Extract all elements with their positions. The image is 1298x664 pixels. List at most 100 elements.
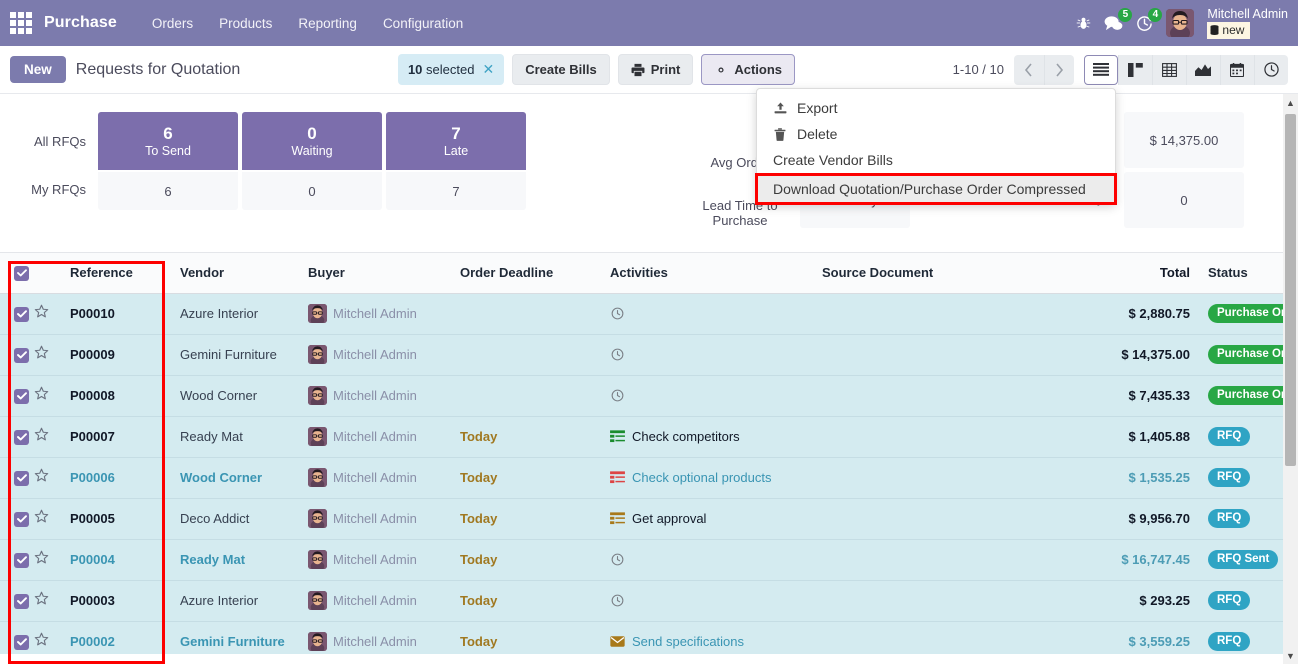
page-scrollbar-thumb[interactable] bbox=[1285, 114, 1296, 466]
star-outline-icon[interactable] bbox=[34, 591, 49, 610]
page-vertical-scrollbar[interactable]: ▲ ▼ bbox=[1283, 94, 1298, 664]
cell-reference[interactable]: P00008 bbox=[62, 375, 172, 417]
kpi-all-waiting[interactable]: 0 Waiting bbox=[242, 112, 382, 170]
bug-icon[interactable] bbox=[1076, 16, 1091, 31]
print-button[interactable]: Print bbox=[617, 54, 694, 85]
cell-activities[interactable]: Get approval bbox=[602, 498, 814, 540]
kpi-my-waiting[interactable]: 0 bbox=[242, 172, 382, 210]
row-checkbox[interactable] bbox=[14, 388, 29, 404]
cell-vendor[interactable]: Wood Corner bbox=[172, 375, 300, 417]
row-checkbox[interactable] bbox=[14, 593, 29, 609]
view-graph-button[interactable] bbox=[1185, 54, 1220, 85]
pager-previous-button[interactable] bbox=[1013, 54, 1044, 85]
avatar[interactable] bbox=[1166, 9, 1195, 37]
cell-buyer[interactable]: Mitchell Admin bbox=[300, 293, 452, 335]
scroll-down-arrow[interactable]: ▼ bbox=[1283, 647, 1298, 664]
breadcrumb[interactable]: Requests for Quotation bbox=[76, 61, 241, 79]
cell-buyer[interactable]: Mitchell Admin bbox=[300, 457, 452, 499]
table-row[interactable]: P00003 Azure Interior Mitchell Admin Today $… bbox=[0, 580, 1298, 622]
cell-buyer[interactable]: Mitchell Admin bbox=[300, 539, 452, 581]
table-row[interactable]: P00004 Ready Mat Mitchell Admin Today $ 16,7… bbox=[0, 539, 1298, 581]
scroll-up-arrow[interactable]: ▲ bbox=[1283, 94, 1298, 111]
app-brand-purchase[interactable]: Purchase bbox=[44, 14, 117, 32]
select-all-checkbox[interactable] bbox=[14, 265, 29, 281]
cell-reference[interactable]: P00004 bbox=[62, 539, 172, 581]
table-row[interactable]: P00006 Wood Corner Mitchell Admin Today Chec… bbox=[0, 457, 1298, 499]
row-checkbox[interactable] bbox=[14, 429, 29, 445]
cell-total[interactable]: $ 7,435.33 bbox=[1030, 375, 1200, 417]
cell-reference[interactable]: P00006 bbox=[62, 457, 172, 499]
cell-order-deadline[interactable]: Today bbox=[452, 457, 602, 499]
cell-total[interactable]: $ 293.25 bbox=[1030, 580, 1200, 622]
cell-vendor[interactable]: Deco Addict bbox=[172, 498, 300, 540]
cell-reference[interactable]: P00002 bbox=[62, 621, 172, 654]
view-activity-button[interactable] bbox=[1253, 54, 1288, 85]
new-button[interactable]: New bbox=[10, 56, 66, 83]
cell-buyer[interactable]: Mitchell Admin bbox=[300, 498, 452, 540]
cell-source-document[interactable] bbox=[814, 457, 1030, 499]
menu-item-configuration[interactable]: Configuration bbox=[370, 10, 476, 37]
user-menu[interactable]: Mitchell Admin new bbox=[1207, 7, 1288, 39]
cell-source-document[interactable] bbox=[814, 539, 1030, 581]
pager-next-button[interactable] bbox=[1043, 54, 1074, 85]
kpi-my-late[interactable]: 7 bbox=[386, 172, 526, 210]
table-row[interactable]: P00002 Gemini Furniture Mitchell Admin Toda… bbox=[0, 621, 1298, 654]
activities-clock-icon[interactable]: 4 bbox=[1136, 7, 1163, 32]
cell-total[interactable]: $ 14,375.00 bbox=[1030, 334, 1200, 376]
cell-vendor[interactable]: Ready Mat bbox=[172, 539, 300, 581]
kpi-value-avg-order-amount[interactable]: $ 14,375.00 bbox=[1124, 112, 1244, 168]
cell-activities[interactable]: Send specifications bbox=[602, 621, 814, 654]
cell-vendor[interactable]: Ready Mat bbox=[172, 416, 300, 458]
cell-reference[interactable]: P00009 bbox=[62, 334, 172, 376]
cell-order-deadline[interactable]: Today bbox=[452, 621, 602, 654]
star-outline-icon[interactable] bbox=[34, 386, 49, 405]
cell-total[interactable]: $ 16,747.45 bbox=[1030, 539, 1200, 581]
view-kanban-button[interactable] bbox=[1117, 54, 1152, 85]
cell-source-document[interactable] bbox=[814, 375, 1030, 417]
cell-vendor[interactable]: Wood Corner bbox=[172, 457, 300, 499]
create-bills-button[interactable]: Create Bills bbox=[512, 54, 610, 85]
cell-activities[interactable] bbox=[602, 334, 814, 376]
view-pivot-button[interactable] bbox=[1151, 54, 1186, 85]
cell-vendor[interactable]: Gemini Furniture bbox=[172, 334, 300, 376]
cell-order-deadline[interactable]: Today bbox=[452, 539, 602, 581]
close-icon[interactable]: ✕ bbox=[482, 61, 494, 78]
apps-grid-icon[interactable] bbox=[8, 10, 34, 36]
table-row[interactable]: P00009 Gemini Furniture Mitchell Admin $ 14… bbox=[0, 334, 1298, 376]
star-outline-icon[interactable] bbox=[34, 632, 49, 651]
cell-activities[interactable]: Check competitors bbox=[602, 416, 814, 458]
messages-icon[interactable]: 5 bbox=[1104, 7, 1133, 32]
table-row[interactable]: P00008 Wood Corner Mitchell Admin $ 7,435.3… bbox=[0, 375, 1298, 417]
cell-vendor[interactable]: Gemini Furniture bbox=[172, 621, 300, 654]
star-outline-icon[interactable] bbox=[34, 509, 49, 528]
kpi-value-lead-time-count[interactable]: 0 bbox=[1124, 172, 1244, 228]
cell-reference[interactable]: P00007 bbox=[62, 416, 172, 458]
cell-buyer[interactable]: Mitchell Admin bbox=[300, 375, 452, 417]
cell-vendor[interactable]: Azure Interior bbox=[172, 293, 300, 335]
kpi-all-late[interactable]: 7 Late bbox=[386, 112, 526, 170]
cell-buyer[interactable]: Mitchell Admin bbox=[300, 580, 452, 622]
row-checkbox[interactable] bbox=[14, 347, 29, 363]
column-header-reference[interactable]: Reference bbox=[62, 253, 172, 294]
table-row[interactable]: P00005 Deco Addict Mitchell Admin Today Get … bbox=[0, 498, 1298, 540]
table-row[interactable]: P00010 Azure Interior Mitchell Admin $ 2,88… bbox=[0, 293, 1298, 335]
menu-item-download-quotation-compressed[interactable]: Download Quotation/Purchase Order Compre… bbox=[755, 173, 1117, 205]
star-outline-icon[interactable] bbox=[34, 550, 49, 569]
cell-total[interactable]: $ 9,956.70 bbox=[1030, 498, 1200, 540]
star-outline-icon[interactable] bbox=[34, 304, 49, 323]
view-list-button[interactable] bbox=[1083, 54, 1118, 85]
cell-total[interactable]: $ 2,880.75 bbox=[1030, 293, 1200, 335]
column-header-order-deadline[interactable]: Order Deadline bbox=[452, 253, 602, 294]
menu-item-orders[interactable]: Orders bbox=[139, 10, 206, 37]
menu-item-create-vendor-bills[interactable]: Create Vendor Bills bbox=[757, 147, 1115, 173]
cell-activities[interactable] bbox=[602, 539, 814, 581]
menu-item-export[interactable]: Export bbox=[757, 95, 1115, 121]
cell-buyer[interactable]: Mitchell Admin bbox=[300, 334, 452, 376]
row-checkbox[interactable] bbox=[14, 470, 29, 486]
row-checkbox[interactable] bbox=[14, 552, 29, 568]
table-row[interactable]: P00007 Ready Mat Mitchell Admin Today Check … bbox=[0, 416, 1298, 458]
menu-item-reporting[interactable]: Reporting bbox=[285, 10, 370, 37]
cell-activities[interactable] bbox=[602, 375, 814, 417]
cell-order-deadline[interactable] bbox=[452, 375, 602, 417]
actions-button[interactable]: Actions bbox=[701, 54, 796, 85]
